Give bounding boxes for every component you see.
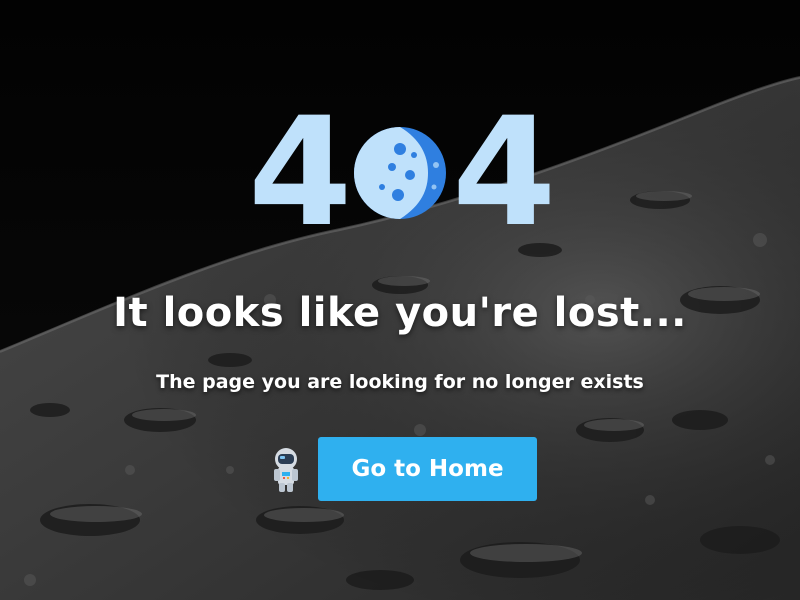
error-code-digit: 4 [452,86,557,260]
moon-icon [352,108,448,238]
astronaut-icon [274,448,298,492]
page-subline: The page you are looking for no longer e… [156,371,644,393]
error-code-404: 4 4 [0,86,800,260]
page-headline: It looks like you're lost... [113,290,687,336]
go-to-home-button[interactable]: Go to Home [318,437,537,501]
error-page: 4 4 It looks like you're lost... The pag… [0,0,800,600]
error-code-digit: 4 [248,86,353,260]
